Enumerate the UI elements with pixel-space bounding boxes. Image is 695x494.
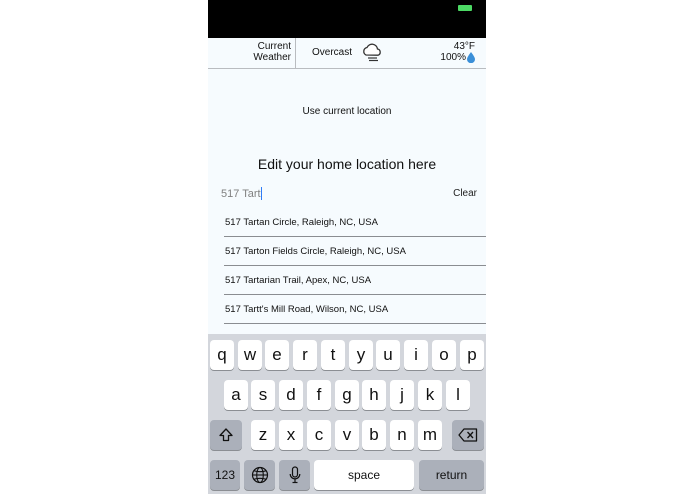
key-p[interactable]: p	[460, 340, 484, 370]
key-c[interactable]: c	[307, 420, 331, 450]
microphone-key[interactable]	[279, 460, 310, 490]
numbers-key[interactable]: 123	[210, 460, 240, 490]
page-heading: Edit your home location here	[257, 156, 437, 172]
weather-condition: Overcast	[312, 47, 353, 58]
clear-button[interactable]: Clear	[453, 188, 477, 199]
key-e[interactable]: e	[265, 340, 289, 370]
suggestion-item[interactable]: 517 Tartan Circle, Raleigh, NC, USA	[224, 208, 486, 237]
key-s[interactable]: s	[251, 380, 275, 410]
battery-icon	[458, 5, 472, 11]
current-weather-line1: Current	[257, 41, 291, 52]
key-k[interactable]: k	[418, 380, 442, 410]
key-t[interactable]: t	[321, 340, 345, 370]
suggestion-item[interactable]: 517 Tartt's Mill Road, Wilson, NC, USA	[224, 295, 486, 324]
key-x[interactable]: x	[279, 420, 303, 450]
text-cursor	[261, 187, 262, 200]
key-f[interactable]: f	[307, 380, 331, 410]
status-bar	[208, 0, 486, 38]
water-drop-icon	[467, 52, 475, 63]
location-search-input[interactable]	[221, 186, 421, 202]
space-key[interactable]: space	[314, 460, 414, 490]
suggestion-item[interactable]: 517 Tarton Fields Circle, Raleigh, NC, U…	[224, 237, 486, 266]
key-n[interactable]: n	[390, 420, 414, 450]
suggestion-list: 517 Tartan Circle, Raleigh, NC, USA 517 …	[224, 208, 486, 324]
shift-key[interactable]	[210, 420, 242, 450]
temperature-value: 43°F	[453, 41, 475, 52]
shift-icon	[219, 428, 233, 442]
keyboard: q w e r t y u i o p a s d f g h j k l z …	[208, 334, 486, 494]
key-y[interactable]: y	[349, 340, 373, 370]
key-l[interactable]: l	[446, 380, 470, 410]
cloud-rain-icon	[363, 43, 381, 62]
globe-key[interactable]	[244, 460, 275, 490]
key-w[interactable]: w	[238, 340, 262, 370]
key-i[interactable]: i	[404, 340, 428, 370]
globe-icon	[251, 466, 268, 484]
key-a[interactable]: a	[224, 380, 248, 410]
key-r[interactable]: r	[293, 340, 317, 370]
phone-screen: Current Weather Overcast 43°F 100% Use c…	[208, 0, 486, 494]
key-u[interactable]: u	[376, 340, 400, 370]
key-h[interactable]: h	[362, 380, 386, 410]
backspace-key[interactable]	[452, 420, 484, 450]
suggestion-item[interactable]: 517 Tartarian Trail, Apex, NC, USA	[224, 266, 486, 295]
backspace-icon	[458, 428, 478, 442]
current-weather-label: Current Weather	[208, 38, 296, 68]
key-d[interactable]: d	[279, 380, 303, 410]
key-v[interactable]: v	[335, 420, 359, 450]
key-o[interactable]: o	[432, 340, 456, 370]
key-b[interactable]: b	[362, 420, 386, 450]
weather-readout: 43°F 100%	[440, 41, 475, 63]
use-current-location-button[interactable]: Use current location	[208, 106, 486, 117]
weather-bar: Current Weather Overcast 43°F 100%	[208, 38, 486, 69]
humidity-value: 100%	[440, 52, 466, 63]
key-g[interactable]: g	[335, 380, 359, 410]
key-j[interactable]: j	[390, 380, 414, 410]
current-weather-line2: Weather	[253, 52, 291, 63]
key-m[interactable]: m	[418, 420, 442, 450]
return-key[interactable]: return	[419, 460, 484, 490]
key-q[interactable]: q	[210, 340, 234, 370]
microphone-icon	[289, 466, 300, 484]
key-z[interactable]: z	[251, 420, 275, 450]
